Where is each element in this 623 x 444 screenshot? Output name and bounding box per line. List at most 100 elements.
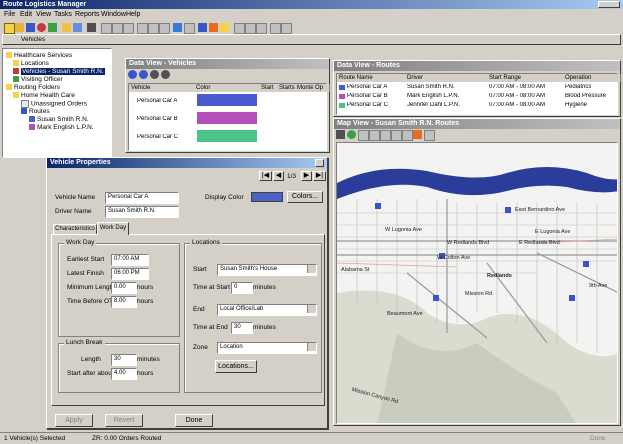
end-location-select[interactable]: Local Office/Lab (217, 304, 317, 316)
menu-edit[interactable]: Edit (20, 10, 32, 19)
properties-icon[interactable] (161, 70, 170, 79)
route-name-cell[interactable]: Personal Car B (347, 93, 388, 99)
sort-icon[interactable] (256, 23, 267, 34)
route-driver-cell[interactable]: Mark English L.P.N. (407, 93, 459, 99)
latest-finish-field[interactable]: 06:00 PM (111, 268, 149, 280)
tree-item[interactable]: Healthcare Services (6, 52, 72, 59)
revert-button[interactable]: Revert (105, 414, 143, 427)
map-canvas[interactable]: East Bernardino Ave E Lugonia Ave W Lugo… (336, 142, 618, 424)
add-icon[interactable] (48, 23, 57, 32)
route-range-cell[interactable]: 07:00 AM - 08:00 AM (489, 84, 545, 90)
vehicle-name-field[interactable]: Personal Car A (105, 192, 179, 204)
vehicle-color-swatch[interactable] (197, 112, 257, 124)
route-driver-cell[interactable]: Jennifer Dahl L.P.N. (407, 102, 460, 108)
nav-first-button[interactable]: |◀ (259, 171, 272, 181)
help-icon[interactable] (281, 23, 292, 34)
globe-icon[interactable] (347, 130, 356, 139)
nav-prev-button[interactable]: ◀ (273, 171, 284, 181)
grid-icon[interactable] (123, 23, 134, 34)
col-header[interactable]: Driver (405, 74, 490, 82)
menu-tasks[interactable]: Tasks (54, 10, 72, 19)
route-op-cell[interactable]: Hygiene (565, 102, 587, 108)
route-driver-cell[interactable]: Susan Smith R.N. (407, 84, 455, 90)
find-icon[interactable] (270, 23, 281, 34)
colors-button[interactable]: Colors... (287, 191, 323, 203)
refresh-icon[interactable] (184, 23, 195, 34)
delete-icon[interactable] (150, 70, 159, 79)
menu-view[interactable]: View (36, 10, 51, 19)
tree-item-selected[interactable]: Vehicles - Susan Smith R.N. (13, 68, 105, 75)
route-name-cell[interactable]: Personal Car A (347, 84, 387, 90)
open-icon[interactable] (15, 23, 24, 32)
truck-icon[interactable] (73, 23, 82, 32)
nav-last-button[interactable]: ▶| (313, 171, 326, 181)
chart-icon[interactable] (209, 23, 218, 32)
route-op-cell[interactable]: Blood Pressure (565, 93, 606, 99)
edit-icon[interactable] (139, 70, 148, 79)
tree-item[interactable]: Locations (13, 60, 49, 67)
tree-item[interactable]: Mark English L.P.N. (29, 124, 94, 131)
pan-icon[interactable] (380, 130, 391, 141)
redo-icon[interactable] (159, 23, 170, 34)
vehicle-name-cell[interactable]: Personal Car B (137, 116, 178, 122)
col-header[interactable]: Vehicle (129, 84, 197, 92)
driver-name-field[interactable]: Susan Smith R.N. (105, 206, 179, 218)
filter-icon[interactable] (245, 23, 256, 34)
locations-button[interactable]: Locations... (215, 360, 257, 373)
info-icon[interactable] (424, 130, 435, 141)
undo-icon[interactable] (148, 23, 159, 34)
zone-select[interactable]: Location (217, 342, 317, 354)
col-header[interactable]: Route Name (337, 74, 408, 82)
vehicle-name-cell[interactable]: Personal Car A (137, 98, 177, 104)
toolbar2-label[interactable]: Vehicles (21, 36, 45, 43)
tree-item[interactable]: Routing Folders (6, 84, 60, 91)
lunch-length-field[interactable]: 30 (111, 354, 137, 366)
delete-icon[interactable] (37, 23, 46, 32)
nav-next-button[interactable]: ▶ (301, 171, 312, 181)
time-at-start-field[interactable]: 0 (231, 282, 253, 294)
dialog-close-button[interactable] (315, 159, 324, 167)
col-header[interactable]: Start Range (487, 74, 566, 82)
tree-item[interactable]: Home Health Care (13, 92, 75, 99)
vehicle-color-swatch[interactable] (197, 130, 257, 142)
tree-item[interactable]: Routes (21, 108, 50, 115)
route-icon[interactable] (62, 23, 71, 32)
col-header[interactable]: Operation (563, 74, 621, 82)
menu-file[interactable]: File (4, 10, 15, 19)
col-header[interactable]: Op (313, 84, 330, 92)
print-icon[interactable] (87, 23, 96, 32)
save-icon[interactable] (26, 23, 35, 32)
min-length-field[interactable]: 0.00 (111, 282, 137, 294)
col-header[interactable]: Color (194, 84, 262, 92)
menu-window[interactable]: Window (101, 10, 126, 19)
zoom-in-icon[interactable] (358, 130, 369, 141)
window-controls[interactable] (598, 1, 620, 8)
layers-icon[interactable] (137, 23, 148, 34)
menu-help[interactable]: Help (126, 10, 140, 19)
layers-icon[interactable] (413, 130, 422, 139)
display-color-swatch[interactable] (251, 192, 283, 202)
report-icon[interactable] (198, 23, 207, 32)
map-icon[interactable] (173, 23, 182, 32)
route-range-cell[interactable]: 07:00 AM - 08:00 AM (489, 93, 545, 99)
time-before-ot-field[interactable]: 8.00 (111, 296, 137, 308)
measure-icon[interactable] (402, 130, 413, 141)
optimize-icon[interactable] (220, 23, 229, 32)
tree-item[interactable]: Visiting Officer (13, 76, 63, 83)
start-location-select[interactable]: Susan Smith's House (217, 264, 317, 276)
select-icon[interactable] (391, 130, 402, 141)
start-after-field[interactable]: 4.00 (111, 368, 137, 380)
route-name-cell[interactable]: Personal Car C (347, 102, 388, 108)
menu-reports[interactable]: Reports (75, 10, 100, 19)
pointer-icon[interactable] (336, 130, 345, 139)
vehicle-name-cell[interactable]: Personal Car C (137, 134, 178, 140)
apply-button[interactable]: Apply (55, 414, 93, 427)
vehicle-color-swatch[interactable] (197, 94, 257, 106)
new-icon[interactable] (4, 23, 15, 34)
done-button[interactable]: Done (175, 414, 213, 427)
tree-item[interactable]: Susan Smith R.N. (29, 116, 89, 123)
route-range-cell[interactable]: 07:00 AM - 08:00 AM (489, 102, 545, 108)
add-icon[interactable] (128, 70, 137, 79)
earliest-start-field[interactable]: 07:00 AM (111, 254, 149, 266)
tree-item[interactable]: Unassigned Orders (21, 100, 87, 108)
